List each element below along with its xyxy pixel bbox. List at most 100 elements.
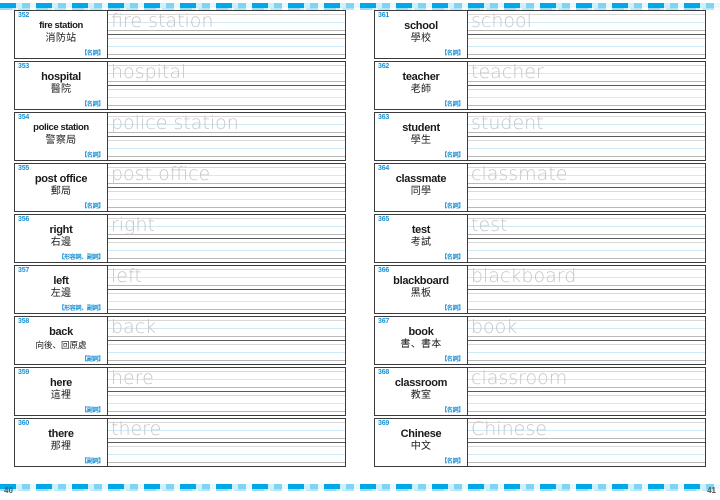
writing-practice-area[interactable]: hospital (108, 62, 345, 109)
tracing-row[interactable]: back (108, 317, 345, 341)
tracing-row[interactable]: here (108, 368, 345, 392)
word-english: book (408, 326, 434, 338)
tracing-row[interactable]: blackboard (468, 266, 705, 290)
tracing-row[interactable]: left (108, 266, 345, 290)
writing-practice-area[interactable]: there (108, 419, 345, 466)
word-chinese: 那裡 (50, 441, 72, 452)
word-english: fire station (39, 20, 83, 31)
blank-writing-row[interactable] (108, 35, 345, 58)
blank-writing-row[interactable] (108, 188, 345, 211)
writing-practice-area[interactable]: police station (108, 113, 345, 160)
writing-practice-area[interactable]: blackboard (468, 266, 705, 313)
tracing-row[interactable]: classroom (468, 368, 705, 392)
blank-writing-row[interactable] (468, 86, 705, 109)
part-of-speech-tag: 【名詞】 (441, 102, 464, 108)
tracing-row[interactable]: there (108, 419, 345, 443)
blank-writing-row[interactable] (108, 443, 345, 466)
tracing-row[interactable]: student (468, 113, 705, 137)
word-english: right (49, 224, 73, 236)
vocabulary-entry: 355 post office 郵局 【名詞】 post office (14, 163, 346, 212)
blank-writing-row[interactable] (468, 443, 705, 466)
guide-line-top (468, 38, 705, 39)
trace-word: teacher (471, 62, 544, 83)
writing-practice-area[interactable]: classmate (468, 164, 705, 211)
writing-practice-area[interactable]: Chinese (468, 419, 705, 466)
word-cell: 369 Chinese 中文 【名詞】 (375, 419, 468, 466)
tracing-row[interactable]: hospital (108, 62, 345, 86)
blank-writing-row[interactable] (468, 188, 705, 211)
trace-word: police station (111, 113, 239, 134)
writing-practice-area[interactable]: classroom (468, 368, 705, 415)
word-english: there (48, 428, 74, 440)
writing-practice-area[interactable]: teacher (468, 62, 705, 109)
tracing-row[interactable]: teacher (468, 62, 705, 86)
writing-practice-area[interactable]: fire station (108, 11, 345, 58)
word-chinese: 黑板 (410, 288, 432, 299)
guide-line-middle (108, 250, 345, 251)
vocabulary-entry: 358 back 向後、回原處 【副詞】 back (14, 316, 346, 365)
writing-practice-area[interactable]: back (108, 317, 345, 364)
entry-number: 368 (378, 369, 390, 376)
word-chinese: 學校 (410, 33, 432, 44)
writing-practice-area[interactable]: right (108, 215, 345, 262)
blank-writing-row[interactable] (108, 239, 345, 262)
entry-number: 364 (378, 165, 390, 172)
blank-writing-row[interactable] (468, 290, 705, 313)
entry-number: 352 (18, 12, 30, 19)
vocabulary-entry: 357 left 左邊 【形容詞、副詞】 left (14, 265, 346, 314)
tracing-row[interactable]: school (468, 11, 705, 35)
tracing-row[interactable]: test (468, 215, 705, 239)
entry-number: 366 (378, 267, 390, 274)
blank-writing-row[interactable] (468, 239, 705, 262)
writing-practice-area[interactable]: school (468, 11, 705, 58)
entry-number: 362 (378, 63, 390, 70)
entry-number: 369 (378, 420, 390, 427)
entry-number: 363 (378, 114, 390, 121)
guide-line-middle (108, 352, 345, 353)
tracing-row[interactable]: classmate (468, 164, 705, 188)
part-of-speech-tag: 【名詞】 (441, 408, 464, 414)
tracing-row[interactable]: police station (108, 113, 345, 137)
blank-writing-row[interactable] (108, 392, 345, 415)
part-of-speech-tag: 【形容詞、副詞】 (58, 306, 104, 312)
trace-word: back (111, 317, 157, 338)
part-of-speech-tag: 【名詞】 (441, 306, 464, 312)
vocabulary-entry: 367 book 書、書本 【名詞】 book (374, 316, 706, 365)
trace-word: post office (111, 164, 211, 185)
writing-practice-area[interactable]: here (108, 368, 345, 415)
guide-line-baseline (108, 309, 345, 310)
blank-writing-row[interactable] (108, 290, 345, 313)
left-page: 352 fire station 消防站 【名詞】 fire station 353 hos… (14, 10, 346, 480)
tracing-row[interactable]: fire station (108, 11, 345, 35)
trace-word: classroom (471, 368, 568, 389)
tracing-row[interactable]: book (468, 317, 705, 341)
part-of-speech-tag: 【名詞】 (81, 153, 104, 159)
writing-practice-area[interactable]: test (468, 215, 705, 262)
blank-writing-row[interactable] (468, 137, 705, 160)
blank-writing-row[interactable] (468, 35, 705, 58)
writing-practice-area[interactable]: book (468, 317, 705, 364)
blank-writing-row[interactable] (108, 86, 345, 109)
part-of-speech-tag: 【名詞】 (441, 204, 464, 210)
writing-practice-area[interactable]: student (468, 113, 705, 160)
blank-writing-row[interactable] (108, 137, 345, 160)
blank-writing-row[interactable] (468, 392, 705, 415)
writing-practice-area[interactable]: left (108, 266, 345, 313)
writing-practice-area[interactable]: post office (108, 164, 345, 211)
left-page-number: 40 (4, 486, 13, 495)
guide-line-middle (468, 46, 705, 47)
tracing-row[interactable]: right (108, 215, 345, 239)
word-english: back (49, 326, 73, 338)
tracing-row[interactable]: Chinese (468, 419, 705, 443)
guide-line-middle (108, 97, 345, 98)
blank-writing-row[interactable] (108, 341, 345, 364)
word-cell: 355 post office 郵局 【名詞】 (15, 164, 108, 211)
word-chinese: 教室 (410, 390, 432, 401)
guide-line-top (108, 191, 345, 192)
blank-writing-row[interactable] (468, 341, 705, 364)
guide-line-top (468, 191, 705, 192)
word-english: Chinese (400, 428, 442, 440)
tracing-row[interactable]: post office (108, 164, 345, 188)
trace-word: right (111, 215, 155, 236)
word-cell: 367 book 書、書本 【名詞】 (375, 317, 468, 364)
